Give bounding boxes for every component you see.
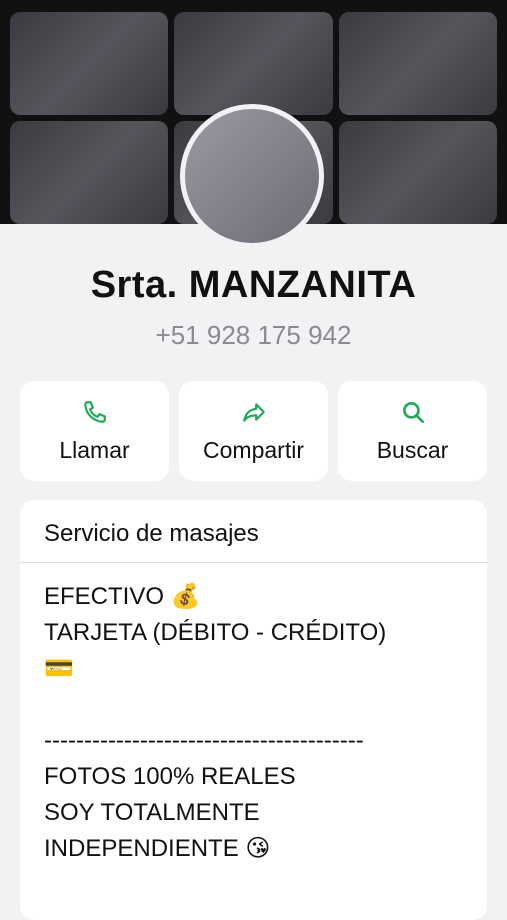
share-icon bbox=[242, 402, 265, 422]
cover-tile[interactable] bbox=[338, 12, 497, 115]
profile-avatar[interactable] bbox=[180, 104, 324, 248]
share-button[interactable]: Compartir bbox=[179, 381, 328, 481]
search-icon bbox=[402, 401, 424, 423]
profile-name: Srta. MANZANITA bbox=[90, 264, 417, 306]
about-body: EFECTIVO 💰 TARJETA (DÉBITO - CRÉDITO) 💳 … bbox=[44, 583, 387, 862]
profile-phone: +51 928 175 942 bbox=[155, 320, 352, 350]
about-title: Servicio de masajes bbox=[20, 500, 487, 563]
call-button[interactable]: Llamar bbox=[20, 381, 169, 481]
search-label: Buscar bbox=[376, 436, 449, 463]
about-card: Servicio de masajes EFECTIVO 💰 TARJETA (… bbox=[20, 500, 487, 920]
call-label: Llamar bbox=[59, 436, 130, 463]
cover-tile[interactable] bbox=[338, 121, 497, 224]
share-label: Compartir bbox=[203, 436, 304, 463]
action-buttons: Llamar Compartir Buscar bbox=[20, 381, 487, 481]
cover-tile[interactable] bbox=[10, 12, 169, 115]
cover-tile[interactable] bbox=[10, 121, 169, 224]
search-button[interactable]: Buscar bbox=[338, 381, 487, 481]
cover-tile[interactable] bbox=[174, 12, 333, 115]
phone-icon bbox=[83, 400, 106, 423]
